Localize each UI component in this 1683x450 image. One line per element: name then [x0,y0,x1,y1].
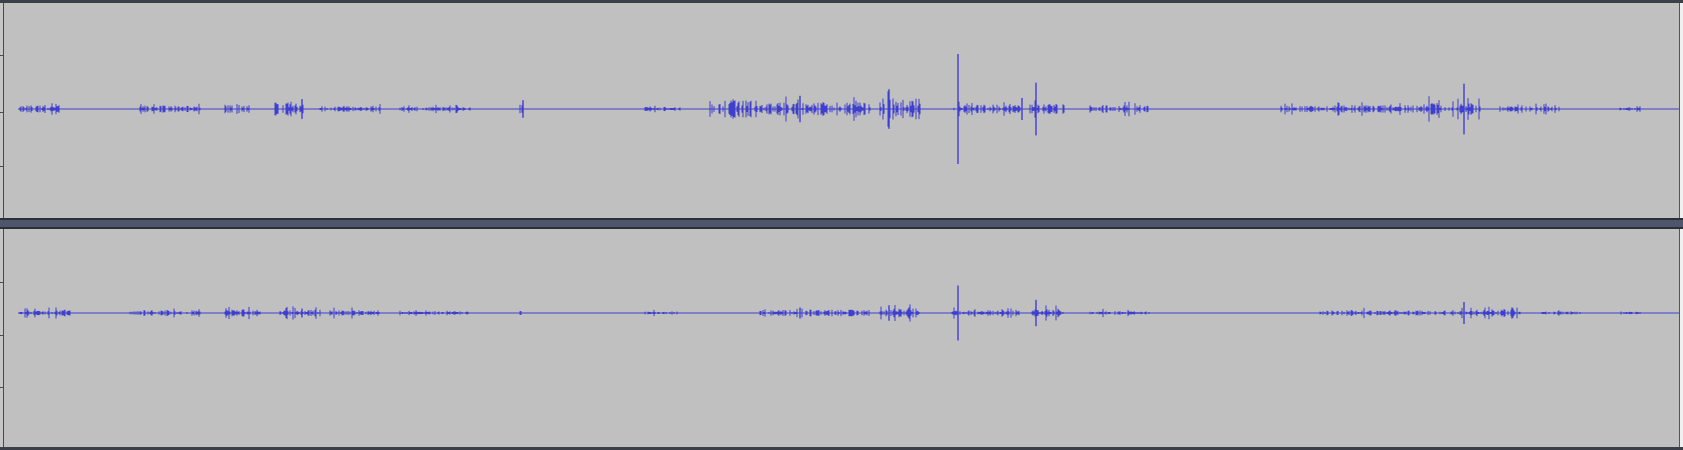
waveform-svg [18,285,1679,341]
audio-track-left-channel[interactable] [0,0,1683,218]
waveform-editor [0,0,1683,450]
track-separator[interactable] [0,218,1683,229]
waveform-svg [18,54,1679,164]
waveform-area[interactable] [4,3,1679,218]
track-right-edge [1679,229,1683,450]
track-right-edge [1679,3,1683,218]
audio-track-right-channel[interactable] [0,229,1683,450]
waveform-area[interactable] [4,229,1679,450]
